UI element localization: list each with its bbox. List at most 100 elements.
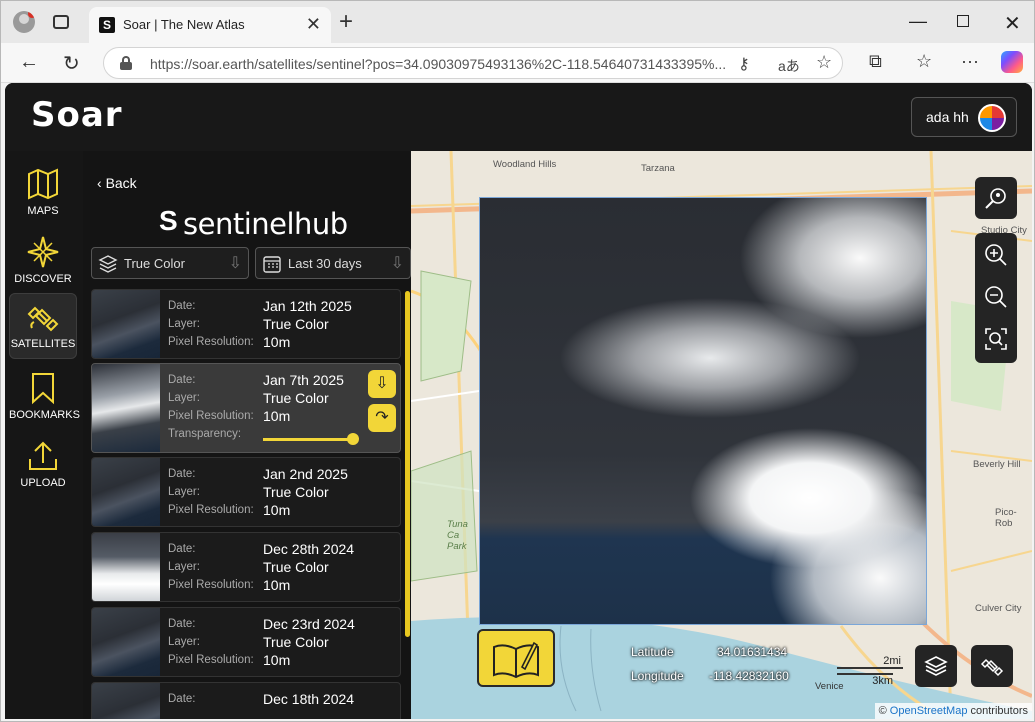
result-card[interactable]: Date: Dec 28th 2024 Layer: True Color Pi…: [91, 532, 401, 602]
result-thumbnail: [92, 290, 160, 358]
app-header: Soar ada hh: [5, 83, 1032, 151]
url-path: /satellites/sentinel?pos=34.090309754931…: [254, 56, 727, 72]
date-value: Jan 7th 2025: [263, 372, 344, 388]
nav-bookmarks-label: BOOKMARKS: [9, 409, 80, 421]
zoom-out-icon[interactable]: [984, 285, 1008, 309]
back-arrow-icon[interactable]: ←: [19, 51, 39, 74]
basemap-layers-button[interactable]: [915, 645, 957, 687]
resolution-value: 10m: [263, 652, 291, 668]
transparency-label: Transparency:: [168, 428, 242, 440]
result-thumbnail: [92, 458, 160, 526]
layer-value: True Color: [263, 559, 329, 575]
address-bar[interactable]: https://soar.earth/satellites/sentinel?p…: [103, 47, 843, 79]
date-value: Jan 12th 2025: [263, 298, 352, 314]
tab-actions-icon[interactable]: [53, 15, 69, 29]
result-card[interactable]: Date: Dec 18th 2024: [91, 682, 401, 719]
maximize-icon[interactable]: [957, 15, 969, 27]
map-icon: [28, 168, 58, 200]
date-label: Date:: [168, 543, 196, 555]
sentinelhub-symbol-icon: S: [159, 205, 178, 236]
soar-app: Soar ada hh MAPS DISCOVER SATELLITES BOO…: [5, 83, 1032, 719]
nav-maps-label: MAPS: [27, 205, 59, 217]
scale-km: 3km: [837, 673, 893, 687]
date-label: Date:: [168, 468, 196, 480]
extensions-icon[interactable]: ⧉: [869, 51, 882, 72]
date-range-value: Last 30 days: [288, 256, 362, 271]
layer-value: True Color: [263, 390, 329, 406]
place-label: Beverly Hill: [973, 459, 1021, 470]
date-range-select[interactable]: Last 30 days ⇩: [255, 247, 411, 279]
back-link[interactable]: ‹ Back: [97, 175, 137, 191]
satellite-image-overlay[interactable]: [479, 197, 927, 625]
layers-icon: [924, 656, 948, 676]
back-label: Back: [105, 175, 137, 191]
layer-select[interactable]: True Color ⇩: [91, 247, 249, 279]
layer-label: Layer:: [168, 318, 200, 330]
close-window-icon[interactable]: ✕: [1004, 11, 1021, 36]
latitude-value: 34.01631434: [717, 645, 788, 659]
result-thumbnail: [92, 608, 160, 676]
openstreetmap-link[interactable]: OpenStreetMap: [890, 705, 968, 717]
tab-title: Soar | The New Atlas: [123, 17, 245, 32]
attribution-prefix: ©: [878, 705, 887, 717]
latitude-label: Latitude: [631, 645, 674, 659]
date-value: Jan 2nd 2025: [263, 466, 348, 482]
nav-discover[interactable]: DISCOVER: [9, 229, 77, 293]
slider-handle[interactable]: [347, 433, 359, 445]
read-aloud-icon[interactable]: aあ: [778, 56, 800, 76]
date-label: Date:: [168, 300, 196, 312]
fit-bounds-icon[interactable]: [984, 327, 1008, 351]
results-scrollbar[interactable]: [405, 291, 410, 637]
nav-maps[interactable]: MAPS: [9, 161, 77, 225]
favorites-icon[interactable]: ☆: [916, 51, 932, 72]
soar-logo[interactable]: Soar: [31, 95, 123, 135]
close-tab-icon[interactable]: ✕: [306, 14, 321, 35]
nav-satellites[interactable]: SATELLITES: [9, 293, 77, 359]
dropdown-arrow-icon: ⇩: [390, 255, 404, 272]
reload-icon[interactable]: ↻: [63, 51, 80, 76]
calendar-icon: [263, 256, 281, 273]
profile-avatar-icon[interactable]: [13, 11, 35, 33]
browser-window: S Soar | The New Atlas ✕ + — ✕ ← ↻ https…: [0, 0, 1035, 722]
result-card-selected[interactable]: Date: Jan 7th 2025 Layer: True Color Pix…: [91, 363, 401, 453]
date-value: Dec 23rd 2024: [263, 616, 355, 632]
resolution-label: Pixel Resolution:: [168, 410, 254, 422]
satellite-mode-button[interactable]: [971, 645, 1013, 687]
result-card[interactable]: Date: Jan 12th 2025 Layer: True Color Pi…: [91, 289, 401, 359]
date-value: Dec 18th 2024: [263, 691, 355, 707]
map-attribution: © OpenStreetMap contributors: [874, 703, 1032, 719]
transparency-slider[interactable]: [263, 433, 359, 445]
user-name: ada hh: [926, 109, 969, 125]
share-button[interactable]: ↷: [368, 404, 396, 432]
layer-value: True Color: [263, 634, 329, 650]
map-view[interactable]: Woodland Hills Tarzana Studio City Bever…: [411, 151, 1032, 719]
more-menu-icon[interactable]: ···: [961, 51, 979, 72]
nav-upload[interactable]: UPLOAD: [9, 433, 77, 497]
nav-discover-label: DISCOVER: [14, 273, 72, 285]
browser-tab[interactable]: S Soar | The New Atlas ✕: [89, 7, 331, 43]
download-button[interactable]: ⇩: [368, 370, 396, 398]
chevron-left-icon: ‹: [97, 175, 106, 191]
location-search-button[interactable]: [975, 177, 1017, 219]
nav-bookmarks[interactable]: BOOKMARKS: [9, 365, 80, 429]
result-card[interactable]: Date: Jan 2nd 2025 Layer: True Color Pix…: [91, 457, 401, 527]
favorite-star-icon[interactable]: ☆: [816, 52, 832, 73]
user-avatar-icon: [978, 104, 1006, 132]
layer-label: Layer:: [168, 561, 200, 573]
satellite-panel: ‹ Back S sentinelhub True Color ⇩ Last 3…: [83, 151, 413, 719]
copilot-icon[interactable]: [1001, 51, 1023, 73]
user-menu-button[interactable]: ada hh: [911, 97, 1017, 137]
sentinelhub-brand: sentinelhub: [183, 207, 348, 241]
result-card[interactable]: Date: Dec 23rd 2024 Layer: True Color Pi…: [91, 607, 401, 677]
zoom-in-icon[interactable]: [984, 243, 1008, 267]
resolution-value: 10m: [263, 577, 291, 593]
url-text: https://soar.earth/satellites/sentinel?p…: [150, 56, 730, 72]
bookmark-icon: [32, 373, 54, 405]
upload-icon: [29, 441, 57, 470]
longitude-value: -118.42832160: [709, 669, 789, 683]
nav-satellites-label: SATELLITES: [10, 338, 76, 350]
key-icon[interactable]: ⚷: [738, 54, 750, 74]
new-tab-icon[interactable]: +: [339, 10, 353, 34]
minimize-icon[interactable]: —: [909, 11, 927, 32]
sketch-annotate-button[interactable]: [477, 629, 555, 687]
